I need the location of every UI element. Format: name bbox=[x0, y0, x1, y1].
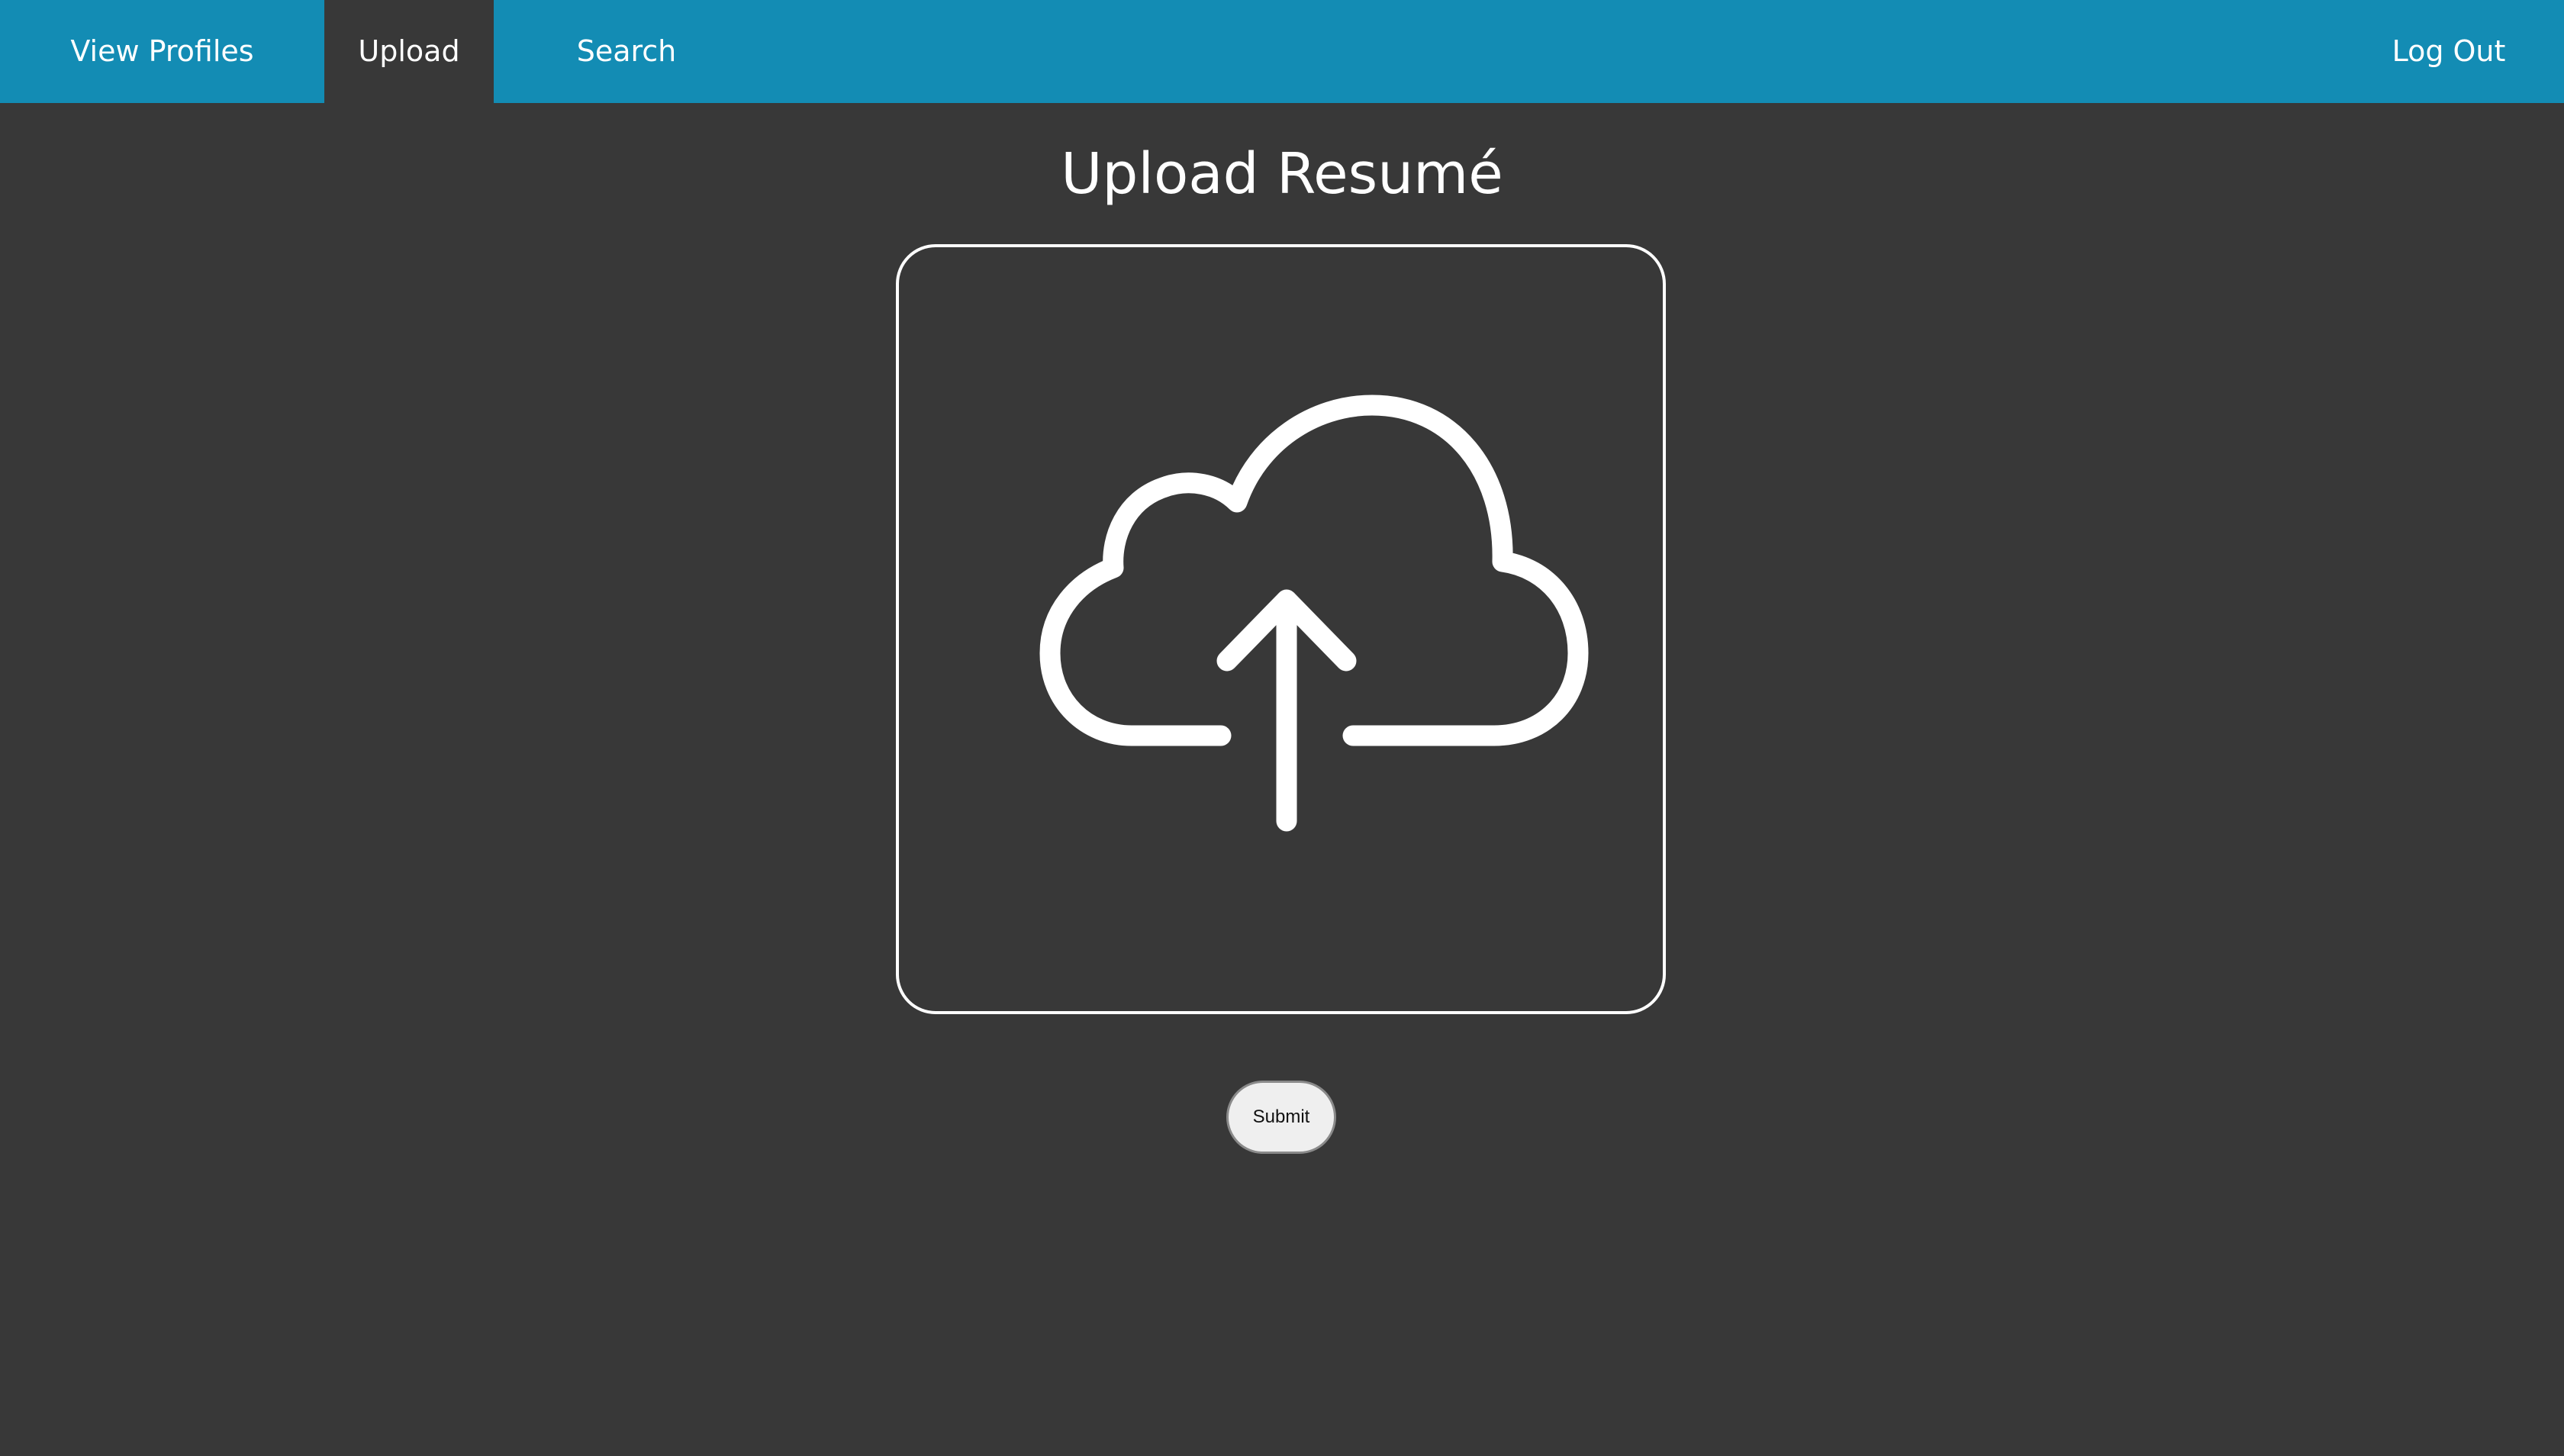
nav-item-upload[interactable]: Upload bbox=[324, 0, 494, 103]
file-upload-dropzone[interactable] bbox=[896, 244, 1666, 1014]
submit-button[interactable]: Submit bbox=[1226, 1081, 1336, 1154]
top-nav-bar: View Profiles Upload Search Log Out bbox=[0, 0, 2564, 103]
logout-button[interactable]: Log Out bbox=[2369, 0, 2529, 103]
cloud-upload-icon bbox=[1039, 395, 1589, 832]
nav-item-view-profiles[interactable]: View Profiles bbox=[0, 0, 324, 103]
page-title: Upload Resumé bbox=[1061, 141, 1503, 207]
nav-item-search[interactable]: Search bbox=[552, 0, 701, 103]
